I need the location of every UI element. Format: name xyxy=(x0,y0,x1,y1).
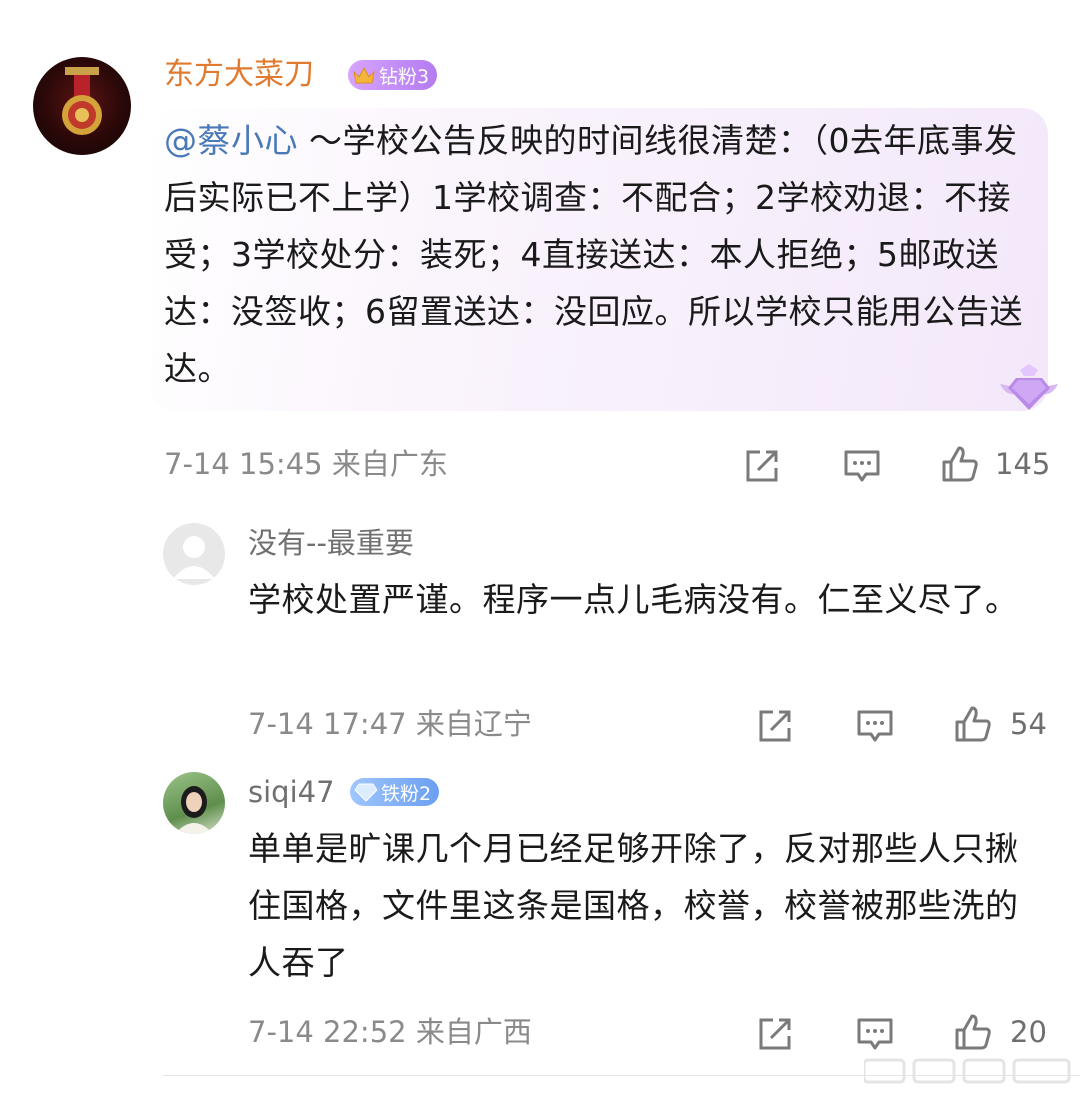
watermark-icon xyxy=(864,1058,1071,1084)
reply-text: 单单是旷课几个月已经足够开除了，反对那些人只揪住国格，文件里这条是国格，校誉，校… xyxy=(248,829,1019,982)
user-photo xyxy=(175,786,213,834)
diamond-crown-icon xyxy=(1000,364,1058,410)
like-icon[interactable] xyxy=(953,704,993,744)
comment-icon[interactable] xyxy=(855,706,895,746)
comment-icon[interactable] xyxy=(842,446,882,486)
reply-text: 学校处置严谨。程序一点儿毛病没有。仁至义尽了。 xyxy=(248,580,1019,619)
medal-icon xyxy=(62,67,102,135)
location: 来自广西 xyxy=(415,1015,532,1049)
reply-username[interactable]: 没有--最重要 xyxy=(248,525,414,561)
comment-body: ～学校公告反映的时间线很清楚：（0去年底事发后实际已不上学）1学校调查：不配合；… xyxy=(164,121,1023,388)
avatar[interactable] xyxy=(163,523,225,585)
reply-username[interactable]: siqi47 xyxy=(248,774,335,810)
location: 来自广东 xyxy=(331,447,448,481)
location: 来自辽宁 xyxy=(415,707,532,741)
fan-badge[interactable]: 钻粉3 xyxy=(348,60,438,90)
like-count: 145 xyxy=(995,447,1051,481)
share-icon[interactable] xyxy=(742,446,782,486)
fan-badge-label: 铁粉2 xyxy=(381,782,432,805)
comment-text: @蔡小心 ～学校公告反映的时间线很清楚：（0去年底事发后实际已不上学）1学校调查… xyxy=(164,112,1034,397)
share-icon[interactable] xyxy=(755,1014,795,1054)
default-avatar-icon xyxy=(173,536,215,579)
like-count: 20 xyxy=(1010,1015,1047,1049)
timestamp: 7-14 17:47 xyxy=(248,707,407,741)
fan-badge-label: 钻粉3 xyxy=(379,65,430,88)
like-icon[interactable] xyxy=(940,444,980,484)
like-icon[interactable] xyxy=(953,1012,993,1052)
like-count: 54 xyxy=(1010,707,1047,741)
timestamp: 7-14 15:45 xyxy=(164,447,323,481)
mention-link[interactable]: @蔡小心 xyxy=(164,121,298,160)
fan-badge[interactable]: 铁粉2 xyxy=(350,778,440,806)
diamond-icon xyxy=(354,783,378,802)
crown-icon xyxy=(353,66,375,84)
share-icon[interactable] xyxy=(755,706,795,746)
timestamp: 7-14 22:52 xyxy=(248,1015,407,1049)
username[interactable]: 东方大菜刀 xyxy=(164,55,314,95)
comment-icon[interactable] xyxy=(855,1014,895,1054)
avatar[interactable] xyxy=(33,57,131,155)
avatar[interactable] xyxy=(163,772,225,834)
